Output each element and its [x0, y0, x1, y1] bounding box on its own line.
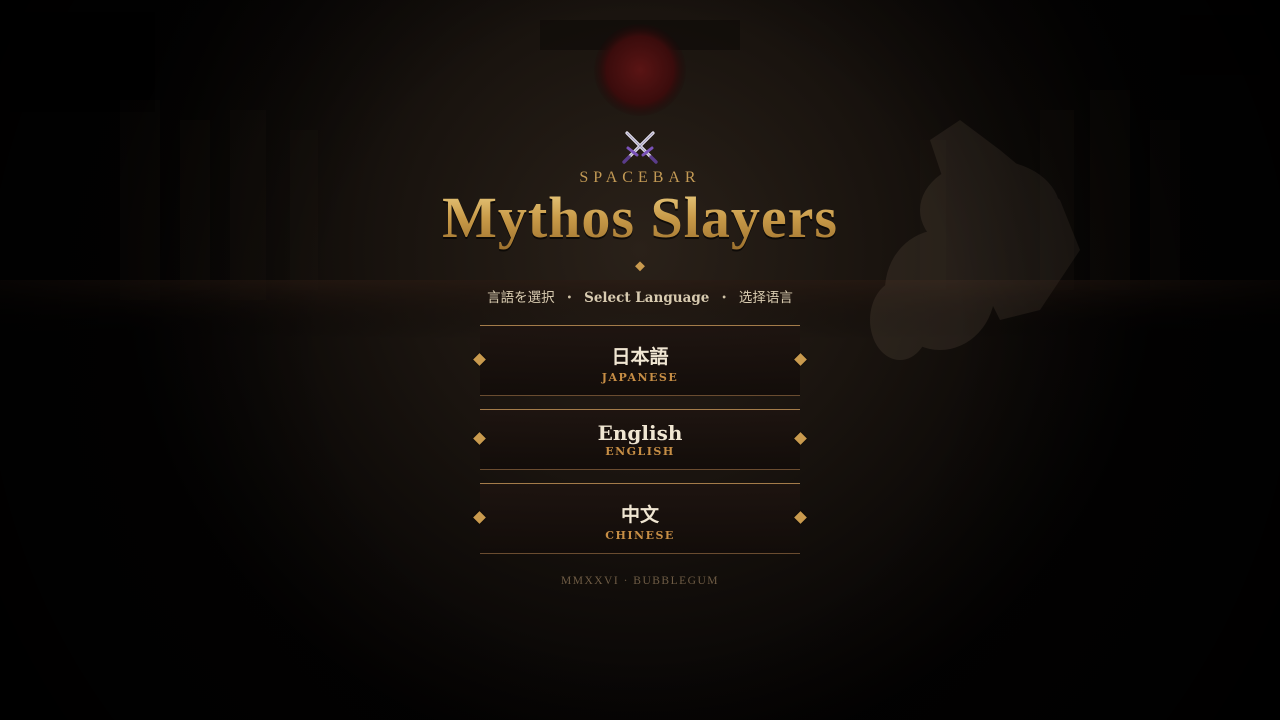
language-label: English	[597, 421, 683, 445]
language-sublabel: JAPANESE	[601, 371, 679, 384]
language-button-chinese[interactable]: 中文 CHINESE	[480, 483, 800, 554]
language-sublabel: ENGLISH	[605, 445, 675, 458]
language-prompt: 言語を選択・ Select Language ・选择语言	[0, 286, 1280, 306]
language-label: 日本語	[611, 346, 669, 368]
language-button-japanese[interactable]: 日本語 JAPANESE	[480, 325, 800, 396]
language-label: 中文	[620, 504, 659, 526]
prompt-separator: ・	[562, 290, 577, 306]
language-prompt-zh: 选择语言	[738, 290, 793, 306]
language-sublabel: CHINESE	[605, 529, 675, 542]
game-title: Mythos Slayers	[0, 184, 1280, 252]
title-divider	[462, 261, 818, 272]
language-prompt-ja: 言語を選択	[487, 290, 555, 306]
prompt-separator: ・	[717, 290, 731, 306]
crossed-swords-icon	[622, 131, 658, 164]
language-button-english[interactable]: English ENGLISH	[480, 409, 800, 470]
footer-credit: MMXXVI · BUBBLEGUM	[561, 575, 719, 587]
language-prompt-en: Select Language	[584, 290, 710, 306]
